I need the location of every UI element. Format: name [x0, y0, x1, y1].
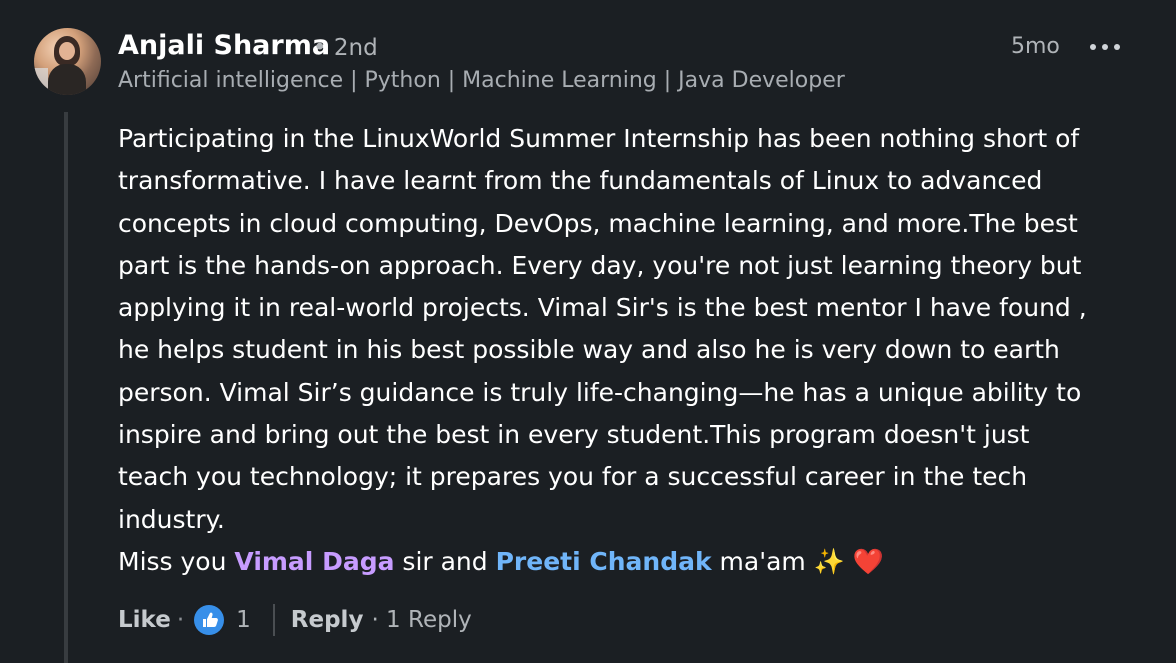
actions-divider [272, 604, 275, 636]
reply-button[interactable]: Reply [291, 607, 364, 633]
comment-line: teach you technology; it prepares you fo… [118, 462, 1028, 492]
comment-line: part is the hands-on approach. Every day… [118, 250, 1082, 280]
comment-line: person. Vimal Sir’s guidance is truly li… [118, 377, 1082, 407]
separator-dot: · [176, 607, 185, 633]
comment-line: concepts in cloud computing, DevOps, mac… [118, 208, 1078, 238]
comment-line: transformative. I have learnt from the f… [118, 166, 1043, 196]
thumbs-up-icon[interactable] [194, 605, 225, 635]
like-button[interactable]: Like [118, 607, 171, 633]
author-headline: Artificial intelligence | Python | Machi… [118, 68, 845, 93]
comment-line: industry. [118, 504, 225, 534]
more-options-button[interactable] [1088, 34, 1122, 60]
comment-closing-line: Miss you Vimal Daga sir and Preeti Chand… [118, 541, 1168, 583]
timestamp: 5mo [1011, 34, 1060, 59]
comment-line: applying it in real-world projects. Vima… [118, 293, 1087, 323]
thread-line [64, 112, 68, 663]
comment-text: Participating in the LinuxWorld Summer I… [118, 118, 1168, 583]
avatar-body [48, 64, 86, 95]
comment-actions: Like · 1 Reply · 1 Reply [118, 600, 472, 640]
more-horizontal-icon-dot [1114, 44, 1120, 50]
connection-degree: • 2nd [313, 35, 378, 61]
like-count[interactable]: 1 [236, 607, 251, 633]
reply-count[interactable]: · 1 Reply [371, 607, 471, 633]
comment-line: inspire and bring out the best in every … [118, 420, 1030, 450]
comment-line: he helps student in his best possible wa… [118, 335, 1060, 365]
closing-suffix: ma'am [711, 546, 814, 576]
closing-middle: sir and [394, 546, 496, 576]
avatar[interactable] [34, 28, 101, 95]
avatar-face [59, 42, 75, 60]
more-horizontal-icon [1090, 44, 1096, 50]
mention-vimal-daga[interactable]: Vimal Daga [234, 547, 394, 576]
avatar-background [34, 68, 48, 95]
comment-line: Participating in the LinuxWorld Summer I… [118, 124, 1080, 153]
more-horizontal-icon-dot [1102, 44, 1108, 50]
author-name[interactable]: Anjali Sharma [118, 30, 330, 61]
closing-prefix: Miss you [118, 546, 235, 576]
mention-preeti-chandak[interactable]: Preeti Chandak [496, 547, 712, 576]
sparkles-heart-emoji: ✨ ❤️ [813, 546, 884, 576]
